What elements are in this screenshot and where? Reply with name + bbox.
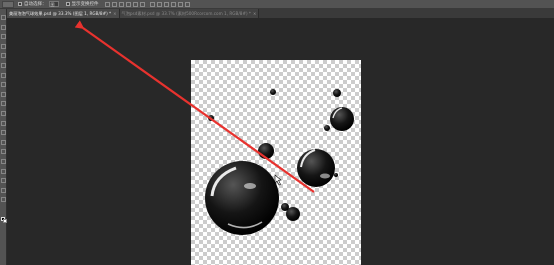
tool-preset-picker[interactable]	[2, 0, 14, 8]
gradient-icon[interactable]	[1, 120, 6, 126]
align-top-icon[interactable]	[104, 1, 110, 7]
distribute-bottom-icon[interactable]	[163, 1, 169, 7]
marquee-icon[interactable]	[1, 24, 6, 30]
close-icon[interactable]: ×	[113, 11, 116, 16]
document-tab[interactable]: 气泡psd素材.psd @ 33.7% (素材500Rcorcom.com 1,…	[119, 9, 260, 18]
align-left-icon[interactable]	[125, 1, 131, 7]
show-transform-label: 显示变换控件	[71, 1, 99, 7]
document-tab-active[interactable]: 美丽泡泡气球效果.psd @ 33.3% (图层 1, RGB/8#) * ×	[7, 9, 120, 18]
distribute-right-icon[interactable]	[184, 1, 190, 7]
align-middle-icon[interactable]	[111, 1, 117, 7]
shape-icon[interactable]	[1, 178, 6, 184]
align-bottom-icon[interactable]	[118, 1, 124, 7]
distribute-middle-icon[interactable]	[156, 1, 162, 7]
document-canvas[interactable]	[191, 60, 361, 265]
tab-label: 气泡psd素材.psd @ 33.7% (素材500Rcorcom.com 1,…	[121, 10, 252, 16]
auto-select-checkbox[interactable]	[18, 2, 22, 6]
distribute-center-icon[interactable]	[177, 1, 183, 7]
background-color-swatch[interactable]	[3, 219, 7, 223]
hand-icon[interactable]	[1, 187, 6, 193]
document-tab-bar: 美丽泡泡气球效果.psd @ 33.3% (图层 1, RGB/8#) * × …	[7, 9, 554, 18]
history-brush-icon[interactable]	[1, 101, 6, 107]
show-transform-checkbox[interactable]	[65, 2, 70, 6]
distribute-left-icon[interactable]	[170, 1, 176, 7]
tab-label: 美丽泡泡气球效果.psd @ 33.3% (图层 1, RGB/8#) *	[9, 10, 112, 16]
healing-icon[interactable]	[1, 72, 6, 78]
align-right-icon[interactable]	[139, 1, 145, 7]
eyedropper-icon[interactable]	[1, 63, 6, 68]
path-select-icon[interactable]	[1, 168, 6, 174]
move-icon[interactable]	[1, 15, 6, 20]
photoshop-window: 自动选择： 图 显示变换控件 美丽泡泡气球效果.psd @ 33.3% (图层 …	[0, 0, 554, 265]
zoom-icon[interactable]	[1, 197, 6, 203]
eraser-icon[interactable]	[1, 111, 6, 116]
pen-icon[interactable]	[1, 149, 6, 155]
auto-select-value: 图	[50, 2, 55, 7]
tools-panel	[0, 9, 7, 265]
brush-icon[interactable]	[1, 82, 6, 88]
auto-select-label: 自动选择：	[24, 1, 47, 7]
stamp-icon[interactable]	[1, 91, 6, 97]
crop-icon[interactable]	[1, 53, 6, 59]
blur-icon[interactable]	[1, 130, 6, 136]
type-icon[interactable]	[1, 159, 6, 164]
dodge-icon[interactable]	[1, 139, 6, 145]
options-bar: 自动选择： 图 显示变换控件	[0, 0, 554, 9]
auto-select-dropdown[interactable]: 图	[48, 1, 59, 7]
quick-select-icon[interactable]	[1, 43, 6, 49]
lasso-icon[interactable]	[1, 34, 6, 40]
align-center-icon[interactable]	[132, 1, 138, 7]
distribute-top-icon[interactable]	[149, 1, 155, 7]
close-icon[interactable]: ×	[253, 11, 256, 16]
